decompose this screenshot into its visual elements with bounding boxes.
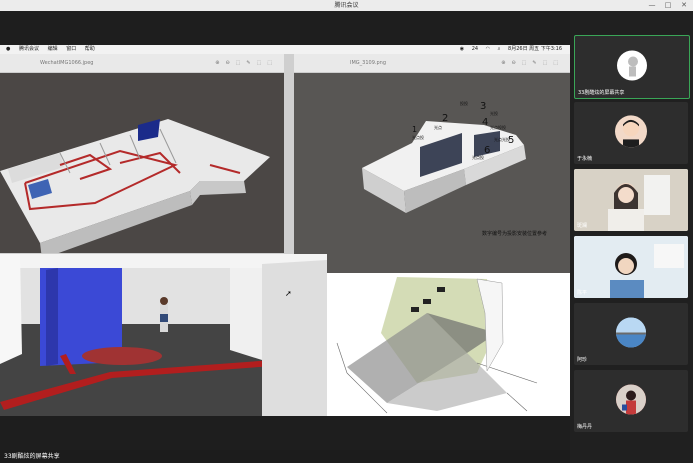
projection-plan-drawing: 光点投 2 3 4 5 6 1 光点 投投 光投 光点投投 光点光投 光点投 数… — [362, 100, 547, 237]
participant-name: 阿珍 — [577, 357, 588, 363]
svg-text:光点投: 光点投 — [472, 154, 484, 160]
render-room-image: ➚ — [0, 254, 327, 416]
cursor-icon: ➚ — [285, 289, 292, 298]
viewer-1-filename[interactable]: WechatIMG1066.jpeg — [40, 54, 93, 72]
room-number-1: 1 — [412, 125, 417, 134]
viewer-2-filename[interactable]: IMG_3109.png — [350, 54, 386, 72]
maximize-icon[interactable]: □ — [661, 0, 675, 11]
svg-text:光点: 光点 — [434, 124, 442, 130]
projector-simulation-drawing — [336, 277, 538, 414]
viewer-2-tools[interactable]: ⊕⊖⬚✎⬚⬚ — [501, 54, 564, 72]
user-icon — [616, 384, 646, 415]
svg-text:光点投: 光点投 — [412, 134, 424, 140]
mac-menubar: ● 腾讯会议 编辑 窗口 帮助 ◉ 24 ◠ ⌕ 8月26日 周五 下午3:16 — [0, 45, 570, 54]
avatar — [616, 317, 646, 348]
tray-count: 24 — [471, 46, 479, 52]
participant-tile[interactable]: 33剧酷炫的屏幕共享 — [574, 35, 690, 99]
menu-item-help[interactable]: 帮助 — [85, 46, 95, 52]
viewer-1-tools[interactable]: ⊕⊖⬚✎⬚⬚ — [215, 54, 278, 72]
user-icon — [628, 56, 638, 77]
svg-text:投投: 投投 — [460, 100, 468, 106]
clock: 8月26日 周五 下午3:16 — [508, 46, 562, 52]
apple-icon[interactable]: ● — [6, 46, 10, 52]
menu-item-window[interactable]: 窗口 — [66, 46, 76, 52]
landscape-icon — [616, 317, 646, 348]
video-feed — [574, 169, 688, 231]
participant-name: 斑斓 — [577, 223, 588, 229]
participant-sidebar: 33剧酷炫的屏幕共享 于永楠 斑斓 陈平 阿珍 梅丹丹 — [570, 11, 693, 463]
room-number-6: 6 — [484, 145, 490, 156]
avatar — [616, 384, 646, 415]
participant-tile[interactable]: 于永楠 — [574, 102, 688, 164]
render-room-scene: ➚ — [0, 254, 327, 416]
participant-name: 陈平 — [577, 290, 588, 296]
menu-item-edit[interactable]: 编辑 — [48, 46, 58, 52]
screen-share-label: 33剧酷炫的屏幕共享 — [4, 453, 60, 460]
projection-plan-image: 光点投 2 3 4 5 6 1 光点 投投 光投 光点投投 光点光投 光点投 数… — [294, 73, 570, 273]
close-icon[interactable]: ✕ — [677, 0, 691, 11]
floorplan-image — [0, 73, 284, 253]
screen-share-bar: 33剧酷炫的屏幕共享 — [0, 450, 570, 463]
avatar — [617, 50, 647, 81]
participant-name: 梅丹丹 — [577, 424, 593, 430]
participant-name: 33剧酷炫的屏幕共享 — [578, 90, 625, 96]
floorplan-3d — [0, 119, 270, 253]
participant-tile[interactable]: 陈平 — [574, 236, 688, 298]
projector-simulation-image — [327, 273, 570, 416]
wifi-icon[interactable]: ◠ — [486, 46, 490, 52]
room-number-2: 2 — [442, 113, 448, 124]
video-feed — [574, 236, 688, 298]
room-number-3: 3 — [480, 101, 486, 112]
participant-tile[interactable]: 阿珍 — [574, 303, 688, 365]
room-number-4: 4 — [482, 117, 488, 128]
desktop-area: WechatIMG1066.jpeg ⊕⊖⬚✎⬚⬚ IMG_3109.png ⊕… — [0, 54, 570, 416]
svg-text:光投: 光投 — [490, 110, 498, 116]
search-icon[interactable]: ⌕ — [498, 46, 501, 52]
participant-name: 于永楠 — [577, 156, 593, 162]
menu-item-app[interactable]: 腾讯会议 — [19, 46, 39, 52]
minimize-icon[interactable]: — — [645, 0, 659, 11]
plan-caption: 数字编号为投影安装位置参考 — [482, 230, 547, 237]
viewer-2-toolbar: IMG_3109.png ⊕⊖⬚✎⬚⬚ — [294, 54, 570, 73]
viewer-1-toolbar: WechatIMG1066.jpeg ⊕⊖⬚✎⬚⬚ — [0, 54, 284, 73]
participant-tile[interactable]: 梅丹丹 — [574, 370, 688, 432]
avatar — [615, 115, 647, 148]
participant-tile[interactable]: 斑斓 — [574, 169, 688, 231]
user-icon — [623, 119, 639, 148]
tray-chat-icon[interactable]: ◉ — [460, 46, 464, 52]
svg-text:光点光投: 光点光投 — [494, 136, 510, 142]
window-title: 腾讯会议 — [334, 2, 359, 9]
svg-text:光点投投: 光点投投 — [490, 124, 506, 130]
